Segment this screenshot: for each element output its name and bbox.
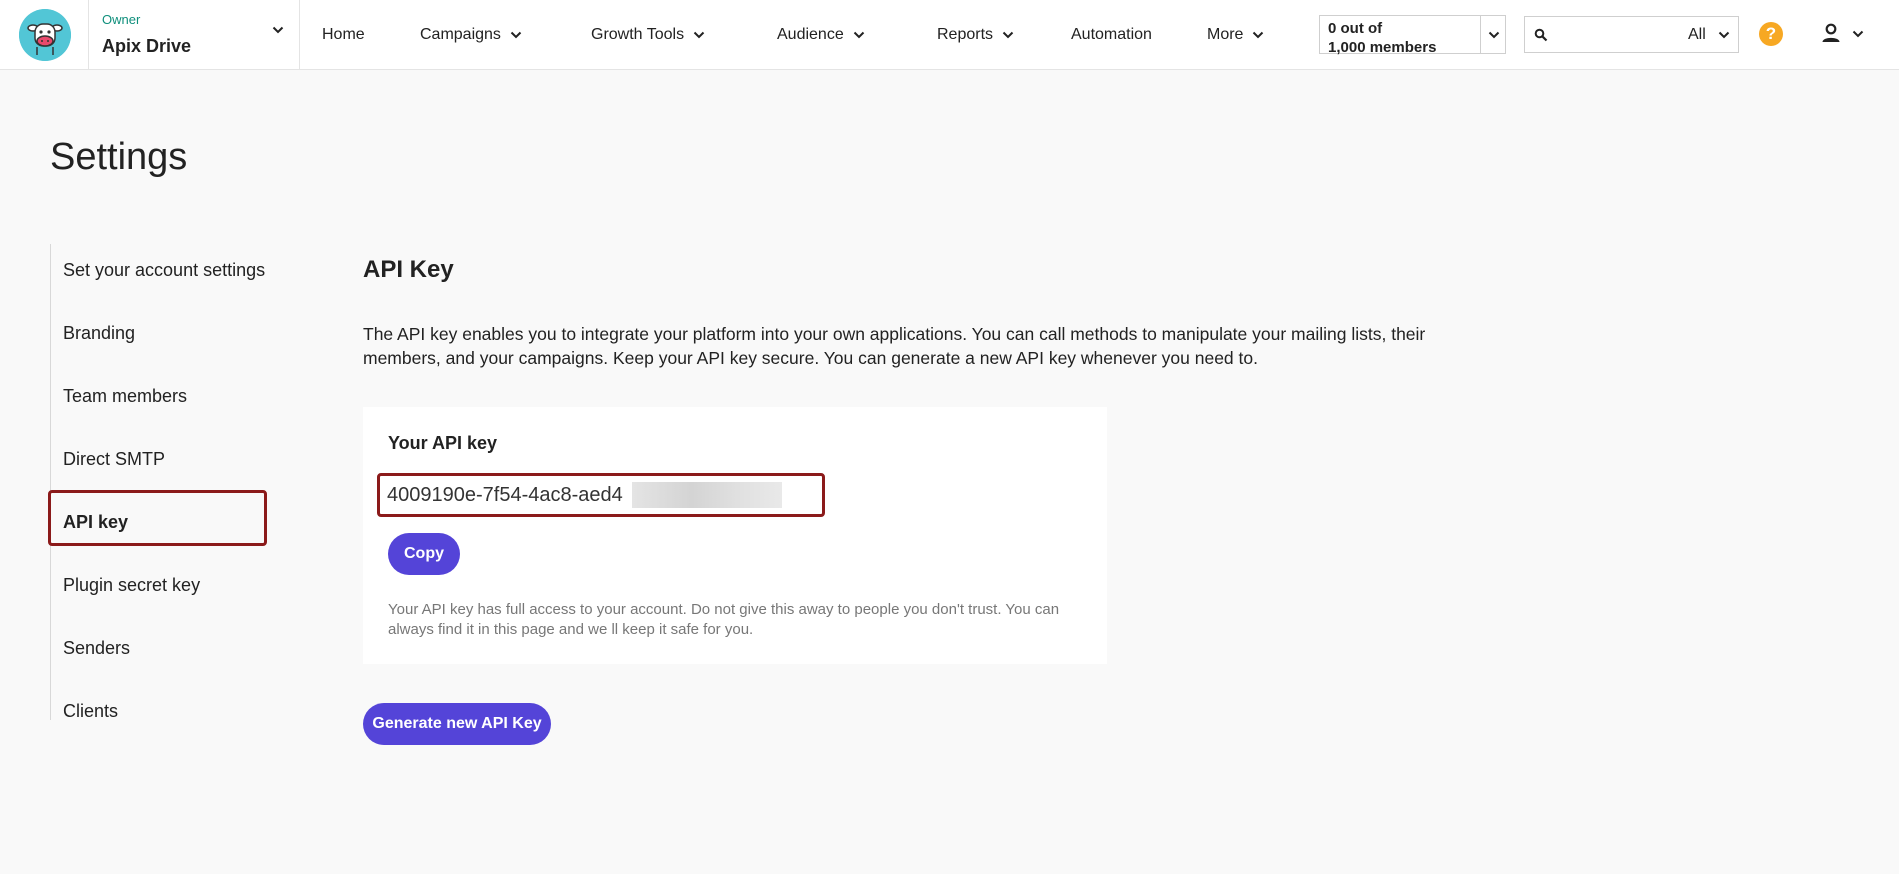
nav-growth-tools-label: Growth Tools (591, 26, 685, 43)
search-icon (1534, 28, 1548, 42)
members-usage-line2: 1,000 members (1328, 39, 1437, 56)
search-box[interactable]: All (1524, 16, 1739, 53)
nav-audience-label: Audience (777, 26, 844, 43)
sidebar-item-senders[interactable]: Senders (63, 633, 130, 663)
api-key-value[interactable]: 4009190e-7f54-4ac8-aed4 (387, 484, 623, 507)
members-usage-dropdown[interactable]: 0 out of 1,000 members (1319, 15, 1506, 57)
chevron-down-icon (272, 26, 284, 34)
chevron-down-icon (1718, 31, 1730, 39)
sidebar-item-account-settings[interactable]: Set your account settings (63, 255, 265, 285)
api-key-description: The API key enables you to integrate you… (363, 324, 1426, 368)
sidebar-item-team-members[interactable]: Team members (63, 381, 187, 411)
account-name: Apix Drive (102, 36, 192, 56)
nav-campaigns[interactable]: Campaigns (420, 0, 522, 70)
api-key-card: Your API key 4009190e-7f54-4ac8-aed4 Cop… (363, 407, 1107, 664)
search-scope-select[interactable]: All (1688, 26, 1706, 44)
nav-more[interactable]: More (1207, 0, 1264, 70)
page-title: Settings (50, 136, 188, 178)
api-key-field[interactable]: 4009190e-7f54-4ac8-aed4 (377, 473, 825, 517)
sidebar-item-plugin-secret-key[interactable]: Plugin secret key (63, 570, 200, 600)
chevron-down-icon (1253, 31, 1264, 39)
sidebar-item-clients[interactable]: Clients (63, 696, 118, 726)
help-icon[interactable]: ? (1759, 22, 1783, 46)
chevron-down-icon (853, 31, 864, 39)
copy-button[interactable]: Copy (388, 533, 460, 575)
section-title: API Key (363, 256, 454, 283)
api-key-redacted-blur (632, 482, 782, 508)
generate-api-key-button[interactable]: Generate new API Key (363, 703, 551, 745)
chevron-down-icon[interactable] (1488, 31, 1500, 39)
api-key-warning-note: Your API key has full access to your acc… (388, 601, 1060, 638)
settings-sidebar: Set your account settings Branding Team … (48, 244, 290, 721)
sidebar-item-branding[interactable]: Branding (63, 318, 135, 348)
nav-home[interactable]: Home (322, 0, 365, 70)
chevron-down-icon[interactable] (1852, 30, 1864, 38)
account-switcher[interactable]: Owner Apix Drive (88, 0, 300, 70)
chevron-down-icon (1002, 31, 1014, 39)
nav-audience[interactable]: Audience (777, 0, 865, 70)
top-navigation-bar: Owner Apix Drive Home Campaigns Growth T… (0, 0, 1899, 70)
sidebar-item-direct-smtp[interactable]: Direct SMTP (63, 444, 165, 474)
user-icon[interactable] (1820, 22, 1842, 44)
nav-automation[interactable]: Automation (1071, 0, 1152, 70)
chevron-down-icon (693, 31, 705, 39)
logo-cow-icon[interactable] (19, 9, 71, 61)
account-role: Owner (102, 12, 141, 27)
members-usage-line1: 0 out of (1328, 20, 1383, 37)
nav-reports[interactable]: Reports (937, 0, 1014, 70)
nav-campaigns-label: Campaigns (420, 26, 501, 43)
members-divider (1480, 16, 1481, 53)
nav-growth-tools[interactable]: Growth Tools (591, 0, 705, 70)
nav-reports-label: Reports (937, 26, 994, 43)
search-input[interactable] (1555, 23, 1680, 47)
members-usage-text: 0 out of 1,000 members (1328, 19, 1436, 57)
api-key-label: Your API key (388, 433, 498, 453)
nav-home-label: Home (322, 26, 365, 43)
nav-more-label: More (1207, 26, 1244, 43)
chevron-down-icon (510, 31, 522, 39)
sidebar-item-api-key[interactable]: API key (63, 507, 128, 537)
nav-automation-label: Automation (1071, 26, 1152, 43)
